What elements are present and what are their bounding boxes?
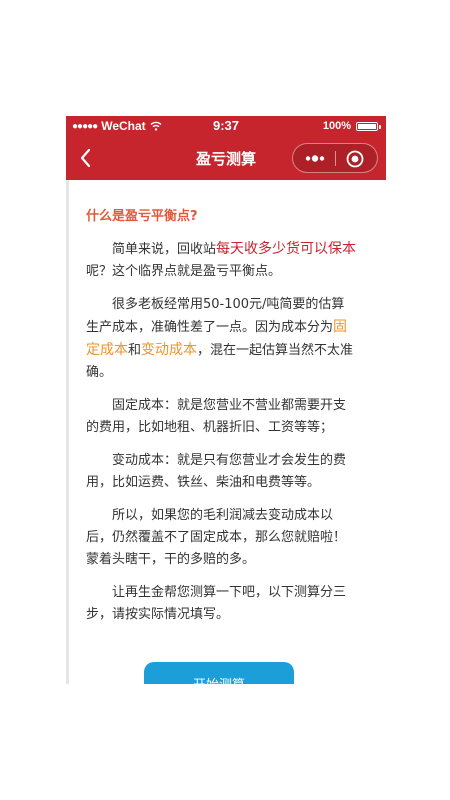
left-edge-divider <box>66 180 69 684</box>
status-right: 100% <box>322 120 381 132</box>
battery-icon <box>356 121 381 131</box>
mini-program-screen: ●●●●● WeChat 9:37 100% 盈亏测算 什么是盈亏平衡点? 简单… <box>66 116 386 684</box>
text-segment: 简单来说，回收站 <box>112 242 217 257</box>
capsule-divider <box>335 151 336 166</box>
text-segment: 呢？这个临界点就是盈亏平衡点。 <box>86 264 282 279</box>
highlight-variable-cost: 变动成本 <box>141 342 198 358</box>
start-calculation-button[interactable]: 开始测算 <box>144 662 294 684</box>
section-title: 什么是盈亏平衡点? <box>86 209 198 224</box>
battery-percent: 100% <box>322 120 351 132</box>
record-close-icon[interactable] <box>345 149 365 169</box>
paragraph-intro: 简单来说，回收站每天收多少货可以保本呢？这个临界点就是盈亏平衡点。 <box>86 238 356 283</box>
status-bar: ●●●●● WeChat 9:37 100% <box>66 116 386 136</box>
paragraph-fixed-cost: 固定成本：就是您营业不营业都需要开支的费用，比如地租、机器折旧、工资等等； <box>86 398 347 435</box>
text-segment: 和 <box>128 343 142 358</box>
navigation-bar: 盈亏测算 <box>66 136 386 180</box>
text-segment: 很多老板经常用50-100元/吨简要的估算生产成本，准确性差了一点。因为成本分为 <box>86 297 345 335</box>
more-dots-icon[interactable] <box>301 150 329 167</box>
capsule-menu <box>292 143 378 173</box>
highlight-break-even: 每天收多少货可以保本 <box>216 241 357 257</box>
paragraph-variable-cost: 变动成本：就是只有您营业才会发生的费用，比如运费、铁丝、柴油和电费等等。 <box>86 453 347 490</box>
paragraph-cost-types: 很多老板经常用50-100元/吨简要的估算生产成本，准确性差了一点。因为成本分为… <box>86 294 356 384</box>
paragraph-instructions: 让再生金帮您测算一下吧，以下测算分三步，请按实际情况填写。 <box>86 585 347 622</box>
content-area: 什么是盈亏平衡点? 简单来说，回收站每天收多少货可以保本呢？这个临界点就是盈亏平… <box>86 206 356 637</box>
paragraph-conclusion: 所以，如果您的毛利润减去变动成本以后，仍然覆盖不了固定成本，那么您就赔啦！蒙着头… <box>86 508 347 567</box>
